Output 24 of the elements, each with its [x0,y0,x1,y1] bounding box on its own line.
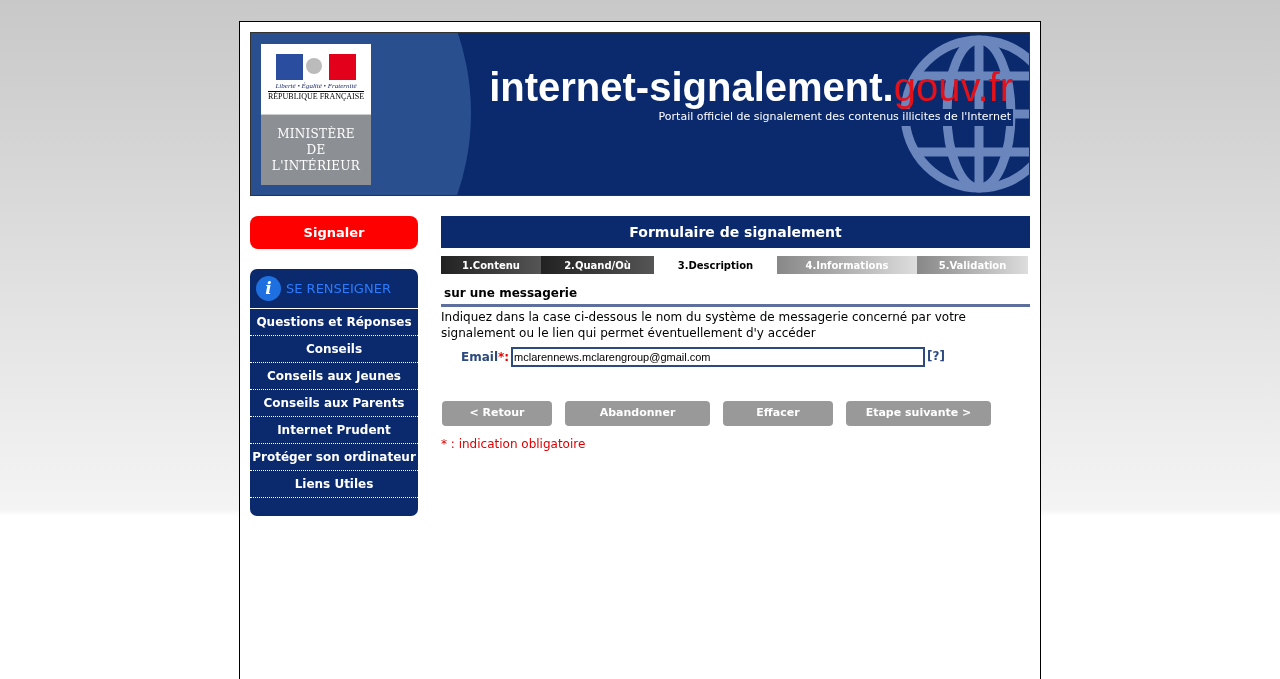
sidebar-link[interactable]: Questions et Réponses [250,309,418,336]
form-title: Formulaire de signalement [441,216,1030,248]
ministry-text: DE [306,142,326,158]
section-title: sur une messagerie [441,284,1030,307]
sidebar-link[interactable]: Protéger son ordinateur [250,444,418,471]
report-button[interactable]: Signaler [250,216,418,249]
republic-text: RÉPUBLIQUE FRANÇAISE [267,91,365,102]
email-field[interactable]: mclarennews.mclarengroup@gmail.com [511,347,926,367]
sidebar-link[interactable]: Conseils aux Jeunes [250,363,418,390]
site-title: internet-signalement.gouv.fr [489,65,1013,109]
tagline-text: Portail officiel de signalement des contenus illicites de l'Internet [656,109,1013,126]
instructions-text: Indiquez dans la case ci-dessous le nom du système de messagerie concerné par votre signalement ou le lien qui permet éventuellement d'y accéder [441,309,967,341]
help-link[interactable]: [?] [927,347,946,365]
sidebar-link[interactable]: Liens Utiles [250,471,418,498]
ministry-text: L'INTÉRIEUR [271,158,361,174]
flag-icon [276,54,356,80]
footnote-text: * : indication obligatoire [441,436,587,453]
info-title: SE RENSEIGNER [286,279,391,298]
sidebar-link[interactable]: Internet Prudent [250,417,418,444]
info-icon: i [256,276,281,301]
sidebar-link[interactable]: Conseils aux Parents [250,390,418,417]
ministry-text: MINISTÈRE [277,126,355,142]
field-label: Email*: [461,349,510,366]
sidebar-link[interactable]: Conseils [250,336,418,363]
